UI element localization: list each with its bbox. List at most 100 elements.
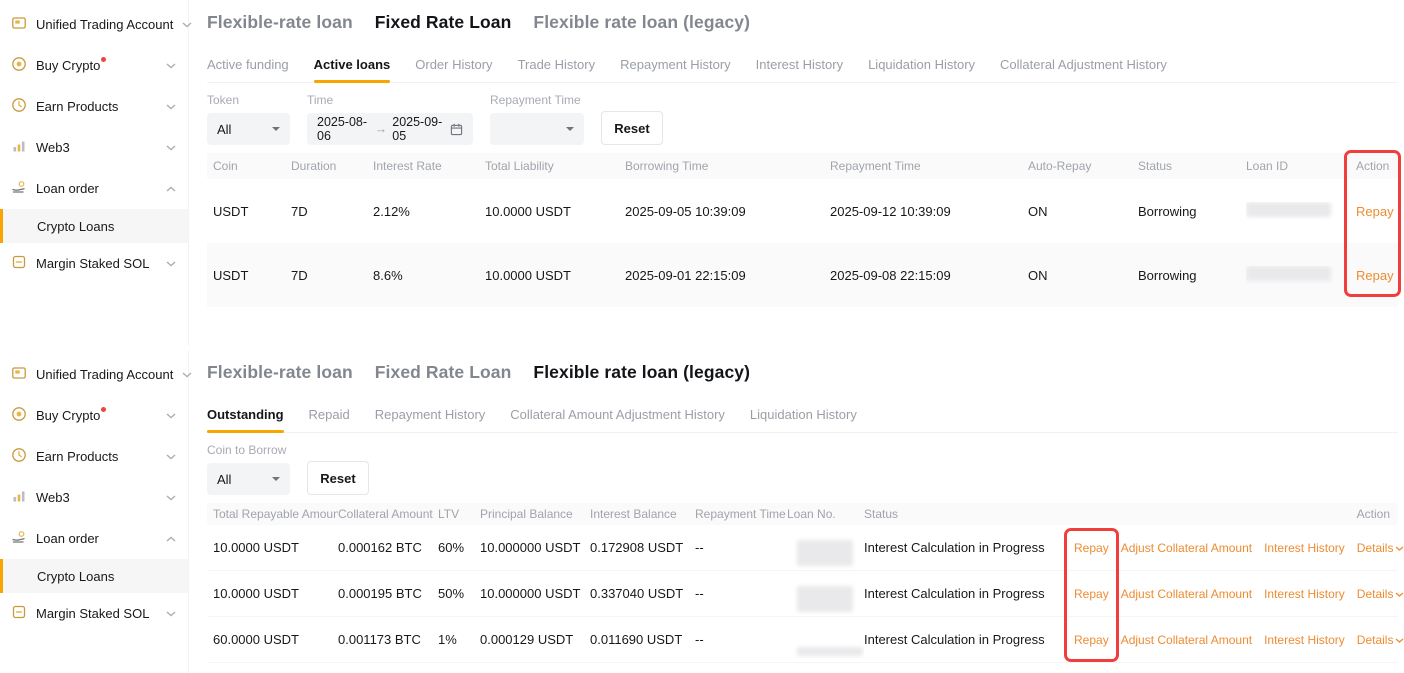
table-row: USDT 7D 8.6% 10.0000 USDT 2025-09-01 22:… [207,243,1398,307]
adjust-collateral-link[interactable]: Adjust Collateral Amount [1121,587,1252,601]
cell-repayment-time: -- [695,540,787,555]
cell-auto-repay: ON [1028,268,1138,283]
cell-ltv: 1% [438,632,480,647]
interest-history-link[interactable]: Interest History [1264,587,1345,601]
table-row: 10.0000 USDT 0.000162 BTC 60% 10.000000 … [207,525,1398,571]
reset-button[interactable]: Reset [307,461,369,495]
tab-repayment-history[interactable]: Repayment History [620,57,731,82]
col-status: Status [864,507,1074,521]
details-dropdown[interactable]: Details [1357,587,1404,601]
title-fixed-rate-loan[interactable]: Fixed Rate Loan [375,12,512,33]
tab-liquidation-history[interactable]: Liquidation History [868,57,975,82]
sidebar-item-label: Web3 [36,490,157,505]
sidebar-item-web3[interactable]: Web3 [0,127,188,168]
sidebar: Unified Trading Account Buy Crypto Earn … [0,350,189,673]
tab-collateral-adjustment-history[interactable]: Collateral Adjustment History [1000,57,1167,82]
tab-order-history[interactable]: Order History [415,57,492,82]
tab-liquidation-history[interactable]: Liquidation History [750,407,857,432]
trading-account-icon [11,365,27,384]
tab-active-loans[interactable]: Active loans [314,57,391,82]
sidebar-item-label: Unified Trading Account [36,367,173,382]
cell-total-liability: 10.0000 USDT [485,204,571,219]
tab-active-funding[interactable]: Active funding [207,57,289,82]
chevron-down-icon [166,611,176,617]
repay-link[interactable]: Repay [1074,541,1109,555]
chevron-down-icon [166,104,176,110]
token-select[interactable]: All [207,113,290,145]
details-dropdown[interactable]: Details [1357,541,1404,555]
adjust-collateral-link[interactable]: Adjust Collateral Amount [1121,633,1252,647]
tab-trade-history[interactable]: Trade History [518,57,596,82]
table-row: USDT 7D 2.12% 10.0000 USDT 2025-09-05 10… [207,179,1398,243]
redacted-loan-no [797,586,853,612]
repayment-time-select[interactable] [490,113,584,145]
table-row: 10.0000 USDT 0.000195 BTC 50% 10.000000 … [207,571,1398,617]
title-flexible-rate-loan[interactable]: Flexible-rate loan [207,12,353,33]
table-header-row: Coin Duration Interest Rate Total Liabil… [207,153,1398,179]
cell-repayment-time: -- [695,632,787,647]
title-fixed-rate-loan[interactable]: Fixed Rate Loan [375,362,512,383]
title-flexible-rate-loan-legacy[interactable]: Flexible rate loan (legacy) [533,12,750,33]
sidebar-item-margin-staked-sol[interactable]: Margin Staked SOL [0,593,188,634]
reset-button[interactable]: Reset [601,111,663,145]
time-filter-label: Time [307,93,473,107]
sidebar-item-unified-trading-account[interactable]: Unified Trading Account [0,354,188,395]
interest-history-link[interactable]: Interest History [1264,633,1345,647]
sidebar-item-web3[interactable]: Web3 [0,477,188,518]
sidebar-item-crypto-loans[interactable]: Crypto Loans [0,209,188,243]
caret-down-icon [272,477,280,481]
redacted-loan-id [1246,202,1331,217]
cell-status: Interest Calculation in Progress [864,586,1074,601]
outstanding-loans-table: Total Repayable Amount Collateral Amount… [207,503,1398,663]
col-loan-id: Loan ID [1246,159,1356,173]
repay-link[interactable]: Repay [1356,268,1394,283]
col-interest-rate: Interest Rate [373,159,485,173]
tab-collateral-amount-adjustment-history[interactable]: Collateral Amount Adjustment History [510,407,725,432]
buy-crypto-icon [11,406,27,425]
details-dropdown[interactable]: Details [1357,633,1404,647]
sidebar-item-earn-products[interactable]: Earn Products [0,86,188,127]
sidebar-item-earn-products[interactable]: Earn Products [0,436,188,477]
cell-interest-rate: 2.12% [373,204,485,219]
sidebar-item-crypto-loans[interactable]: Crypto Loans [0,559,188,593]
title-flexible-rate-loan-legacy[interactable]: Flexible rate loan (legacy) [533,362,750,383]
repay-link[interactable]: Repay [1074,633,1109,647]
sidebar: Unified Trading Account Buy Crypto Earn … [0,0,189,345]
cell-duration: 7D [291,204,373,219]
chevron-up-icon [166,186,176,192]
time-range-picker[interactable]: 2025-08-06 → 2025-09-05 [307,113,473,145]
coin-to-borrow-select[interactable]: All [207,463,290,495]
cell-duration: 7D [291,268,373,283]
col-action: Action [1357,507,1390,521]
sidebar-item-buy-crypto[interactable]: Buy Crypto [0,45,188,86]
sidebar-item-margin-staked-sol[interactable]: Margin Staked SOL [0,243,188,284]
notification-dot [101,57,106,62]
chevron-down-icon [1395,638,1404,644]
tab-interest-history[interactable]: Interest History [756,57,843,82]
chevron-down-icon [166,495,176,501]
adjust-collateral-link[interactable]: Adjust Collateral Amount [1121,541,1252,555]
trading-account-icon [11,15,27,34]
tab-outstanding[interactable]: Outstanding [207,407,284,432]
sidebar-item-loan-order[interactable]: Loan order [0,168,188,209]
col-principal-balance: Principal Balance [480,507,590,521]
repay-link[interactable]: Repay [1356,204,1394,219]
repay-link[interactable]: Repay [1074,587,1109,601]
chevron-down-icon [1395,546,1404,552]
cell-principal-balance: 0.000129 USDT [480,632,590,647]
col-ltv: LTV [438,507,480,521]
sidebar-item-buy-crypto[interactable]: Buy Crypto [0,395,188,436]
active-loans-table: Coin Duration Interest Rate Total Liabil… [207,153,1398,307]
sidebar-item-unified-trading-account[interactable]: Unified Trading Account [0,4,188,45]
sidebar-item-label: Web3 [36,140,157,155]
sidebar-item-loan-order[interactable]: Loan order [0,518,188,559]
token-filter-label: Token [207,93,290,107]
tab-repaid[interactable]: Repaid [309,407,350,432]
repayment-time-filter-label: Repayment Time [490,93,584,107]
sidebar-subitem-label: Crypto Loans [37,569,114,584]
cell-interest-balance: 0.337040 USDT [590,586,695,601]
title-flexible-rate-loan[interactable]: Flexible-rate loan [207,362,353,383]
tab-repayment-history[interactable]: Repayment History [375,407,486,432]
caret-down-icon [272,127,280,131]
interest-history-link[interactable]: Interest History [1264,541,1345,555]
